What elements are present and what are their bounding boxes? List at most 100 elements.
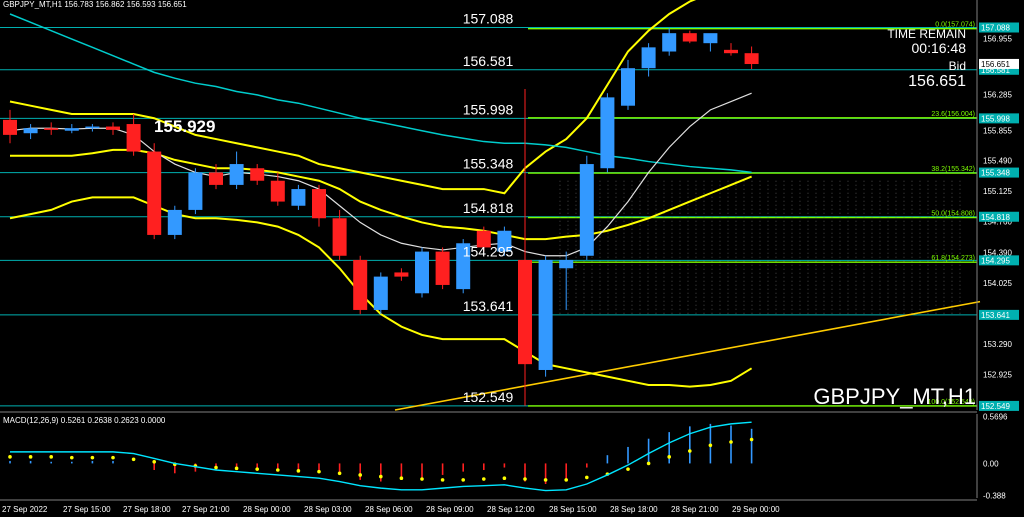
callout-price: 155.929 — [154, 117, 215, 136]
macd-signal-dot — [688, 449, 692, 453]
macd-signal-dot — [461, 478, 466, 482]
time-tick: 27 Sep 2022 — [2, 505, 48, 514]
candle-body — [147, 151, 162, 235]
candle-body — [538, 259, 553, 370]
macd-signal-dot — [420, 477, 424, 481]
macd-signal-dot — [646, 461, 651, 466]
candle-body — [126, 124, 141, 152]
time-tick: 28 Sep 00:00 — [243, 505, 291, 514]
candle-body — [353, 259, 368, 310]
macd-signal-dot — [111, 455, 115, 460]
candle-body — [3, 119, 17, 135]
time-remain-value: 00:16:48 — [912, 40, 967, 56]
time-tick: 27 Sep 21:00 — [182, 505, 230, 514]
macd-signal-dot — [543, 478, 548, 482]
time-tick: 28 Sep 09:00 — [426, 505, 474, 514]
macd-signal-dot — [440, 478, 445, 482]
macd-signal-dot — [708, 443, 713, 448]
candle-body — [209, 172, 223, 185]
price-tick: 156.955 — [983, 35, 1012, 44]
macd-signal-dot — [523, 477, 527, 481]
macd-signal-dot — [585, 475, 589, 480]
candle-body — [682, 33, 697, 42]
time-tick: 28 Sep 18:00 — [610, 505, 658, 514]
fib-label: 61.8(154.273) — [931, 255, 975, 262]
price-box-label: 157.088 — [981, 24, 1010, 33]
macd-signal-dot — [234, 466, 239, 471]
price-tick: 156.285 — [983, 90, 1012, 99]
time-tick: 28 Sep 15:00 — [549, 505, 597, 514]
price-box-label: 152.549 — [981, 402, 1010, 411]
macd-signal-dot — [729, 440, 733, 444]
macd-signal-dot — [337, 471, 342, 476]
macd-signal-dot — [296, 469, 301, 473]
level-label: 153.641 — [463, 298, 514, 314]
price-tick: 155.125 — [983, 187, 1012, 196]
level-label: 154.295 — [463, 243, 514, 259]
time-tick: 27 Sep 15:00 — [63, 505, 111, 514]
macd-signal-dot — [564, 478, 568, 482]
price-box-label: 153.641 — [981, 311, 1010, 320]
candle-body — [23, 128, 38, 134]
macd-signal-dot — [667, 455, 671, 459]
candle-body — [600, 97, 615, 169]
price-tick: 155.490 — [983, 157, 1012, 166]
time-remain-label: TIME REMAIN — [887, 27, 966, 41]
time-tick: 28 Sep 12:00 — [487, 505, 535, 514]
macd-tick: -0.388 — [983, 491, 1006, 500]
macd-signal-dot — [399, 476, 404, 481]
price-box-label: 155.348 — [981, 169, 1010, 178]
macd-signal-dot — [28, 455, 33, 459]
macd-signal-dot — [90, 455, 95, 460]
candle-body — [415, 251, 429, 294]
candle-body — [662, 33, 677, 52]
price-tick: 155.855 — [983, 126, 1012, 135]
candle-body — [85, 126, 100, 129]
time-tick: 29 Sep 00:00 — [732, 505, 780, 514]
candle-body — [394, 272, 409, 277]
macd-signal-dot — [358, 473, 363, 477]
macd-signal-dot — [502, 476, 507, 481]
candle-body — [744, 53, 759, 65]
fib-label: 50.0(154.808) — [931, 211, 975, 218]
time-tick: 28 Sep 21:00 — [671, 505, 719, 514]
candle-body — [291, 189, 306, 206]
macd-tick: 0.5696 — [983, 413, 1008, 422]
bid-value: 156.651 — [908, 73, 966, 90]
macd-signal-dot — [49, 455, 53, 459]
price-box-label: 154.295 — [981, 256, 1010, 265]
macd-signal-dot — [152, 459, 156, 464]
symbol-watermark: GBPJPY_MT,H1 — [813, 384, 976, 409]
candle-body — [250, 168, 265, 181]
candle-body — [106, 126, 120, 130]
candle-body — [229, 164, 244, 185]
candle-body — [188, 172, 203, 210]
macd-signal-dot — [626, 467, 630, 471]
candle-body — [518, 259, 532, 365]
candle-body — [312, 189, 326, 219]
candle-body — [559, 259, 574, 269]
macd-signal-dot — [482, 477, 486, 481]
macd-tick: 0.00 — [983, 459, 999, 468]
level-label: 155.348 — [463, 156, 514, 172]
candle-body — [435, 251, 450, 285]
level-label: 157.088 — [463, 11, 514, 27]
current-price-label: 156.651 — [981, 60, 1010, 69]
chart-canvas: 157.088 156.581 155.998 155.348 154.818 154.2… — [0, 0, 1024, 517]
level-label: 154.818 — [463, 200, 514, 216]
macd-signal-dot — [276, 468, 280, 472]
price-box-label: 155.998 — [981, 114, 1010, 123]
fib-label: 38.2(155.342) — [931, 166, 975, 173]
macd-signal-dot — [749, 437, 754, 442]
time-tick: 27 Sep 18:00 — [123, 505, 171, 514]
candle-body — [167, 209, 182, 235]
macd-signal-dot — [70, 455, 74, 460]
macd-label: MACD(12,26,9) 0.5261 0.2638 0.2623 0.000… — [3, 416, 166, 425]
fib-label: 23.6(156.004) — [931, 111, 975, 118]
price-tick: 154.025 — [983, 279, 1012, 288]
price-tick: 152.925 — [983, 371, 1012, 380]
macd-signal-dot — [317, 469, 321, 474]
level-label: 155.998 — [463, 101, 514, 117]
macd-signal-dot — [214, 465, 218, 470]
level-label: 156.581 — [463, 53, 514, 69]
